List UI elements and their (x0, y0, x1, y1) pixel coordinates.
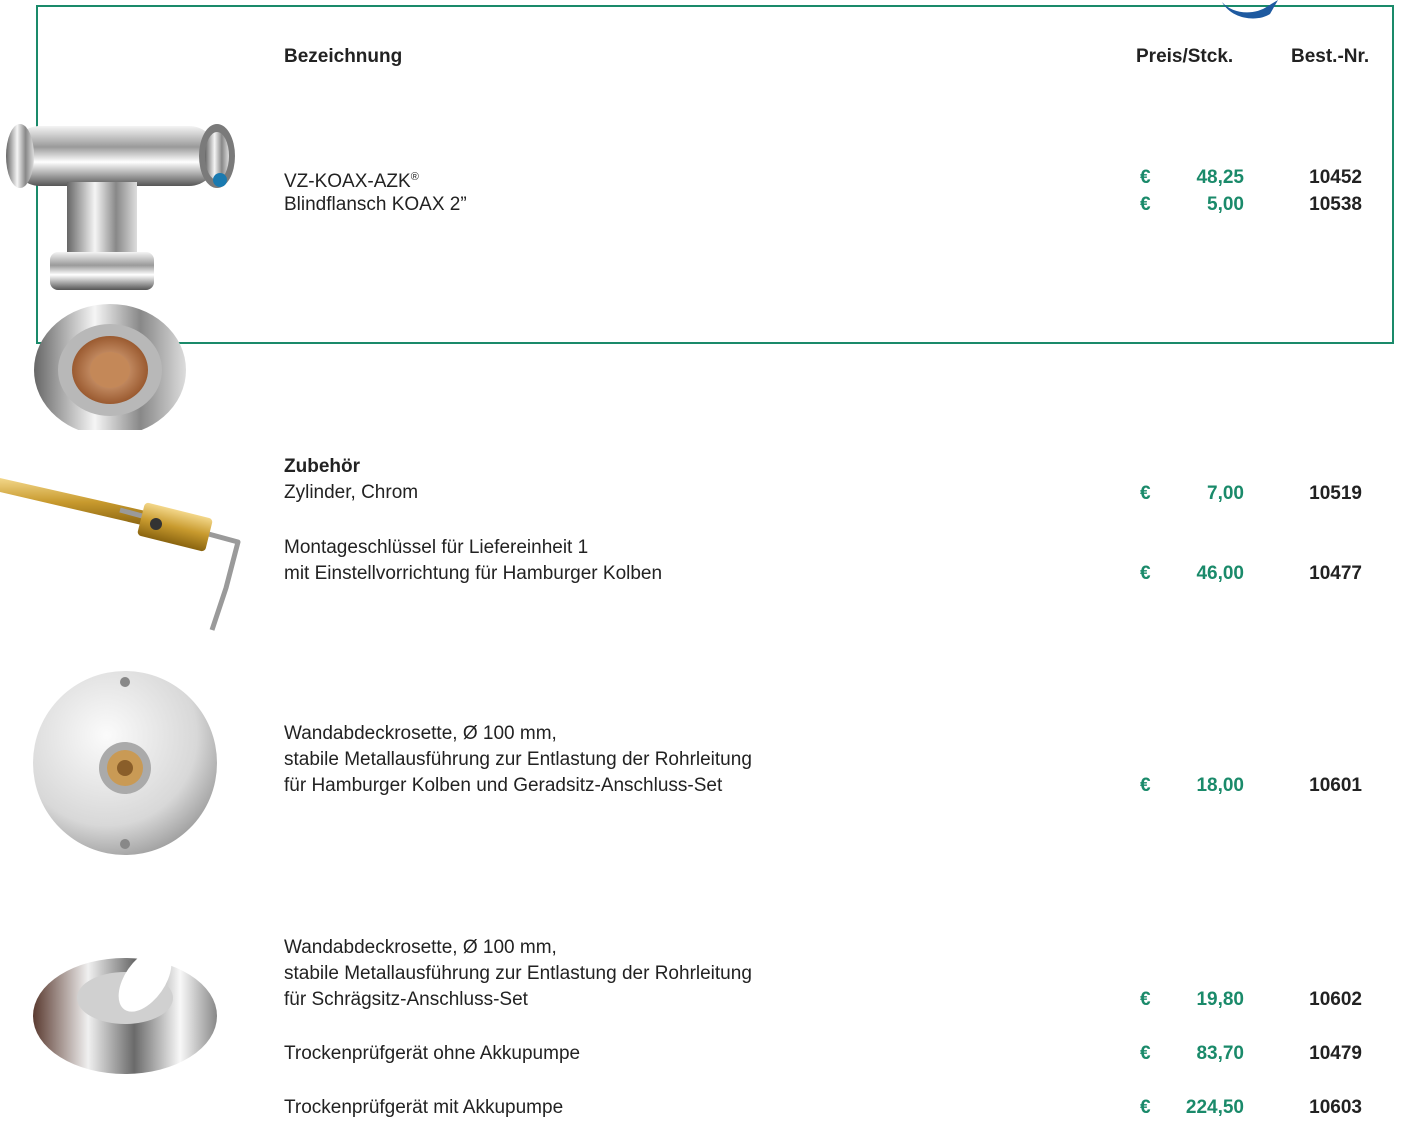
accessory-description: stabile Metallausführung zur Entlastung … (284, 749, 752, 770)
product-name-koax-azk: VZ-KOAX-AZK® (284, 171, 419, 192)
column-header-name: Bezeichnung (284, 46, 403, 67)
brand-logo-icon (1222, 0, 1278, 19)
accessory-description: Wandabdeckrosette, Ø 100 mm, (284, 937, 557, 958)
accessory-description: Zylinder, Chrom (284, 482, 419, 503)
price-value: 7,00 (1207, 483, 1244, 504)
cylinder-key-image (0, 478, 241, 631)
koax-fitting-image (6, 124, 235, 430)
price-value: 224,50 (1185, 1097, 1244, 1118)
product-name-blindflansch: Blindflansch KOAX 2” (284, 194, 467, 215)
price-value: 83,70 (1196, 1043, 1244, 1064)
article-number: 10601 (1309, 775, 1362, 796)
price-value: 18,00 (1196, 775, 1244, 796)
price-value: 46,00 (1196, 563, 1244, 584)
accessory-description: für Schrägsitz-Anschluss-Set (284, 989, 528, 1010)
accessory-description: mit Einstellvorrichtung für Hamburger Ko… (284, 563, 663, 584)
accessory-description: stabile Metallausführung zur Entlastung … (284, 963, 752, 984)
article-number: 10538 (1309, 194, 1362, 215)
article-number: 10452 (1309, 167, 1362, 188)
article-number: 10602 (1309, 989, 1362, 1010)
accessory-description: für Hamburger Kolben und Geradsitz-Ansch… (284, 775, 723, 796)
wall-rosette-straight-image (33, 671, 217, 855)
price-value: 5,00 (1207, 194, 1244, 215)
section-title-accessories: Zubehör (284, 456, 360, 477)
accessory-description: Wandabdeckrosette, Ø 100 mm, (284, 723, 557, 744)
article-number: 10603 (1309, 1097, 1362, 1118)
accessory-description: Trockenprüfgerät mit Akkupumpe (284, 1097, 564, 1118)
wall-rosette-angled-image (33, 948, 217, 1074)
price-value: 19,80 (1196, 989, 1244, 1010)
accessory-description: Trockenprüfgerät ohne Akkupumpe (284, 1043, 581, 1064)
column-header-artno: Best.-Nr. (1291, 46, 1370, 67)
price-value: 48,25 (1196, 167, 1244, 188)
article-number: 10479 (1309, 1043, 1362, 1064)
column-header-price: Preis/Stck. (1136, 46, 1234, 67)
accessory-description: Montageschlüssel für Liefereinheit 1 (284, 537, 589, 558)
article-number: 10477 (1309, 563, 1362, 584)
article-number: 10519 (1309, 483, 1362, 504)
